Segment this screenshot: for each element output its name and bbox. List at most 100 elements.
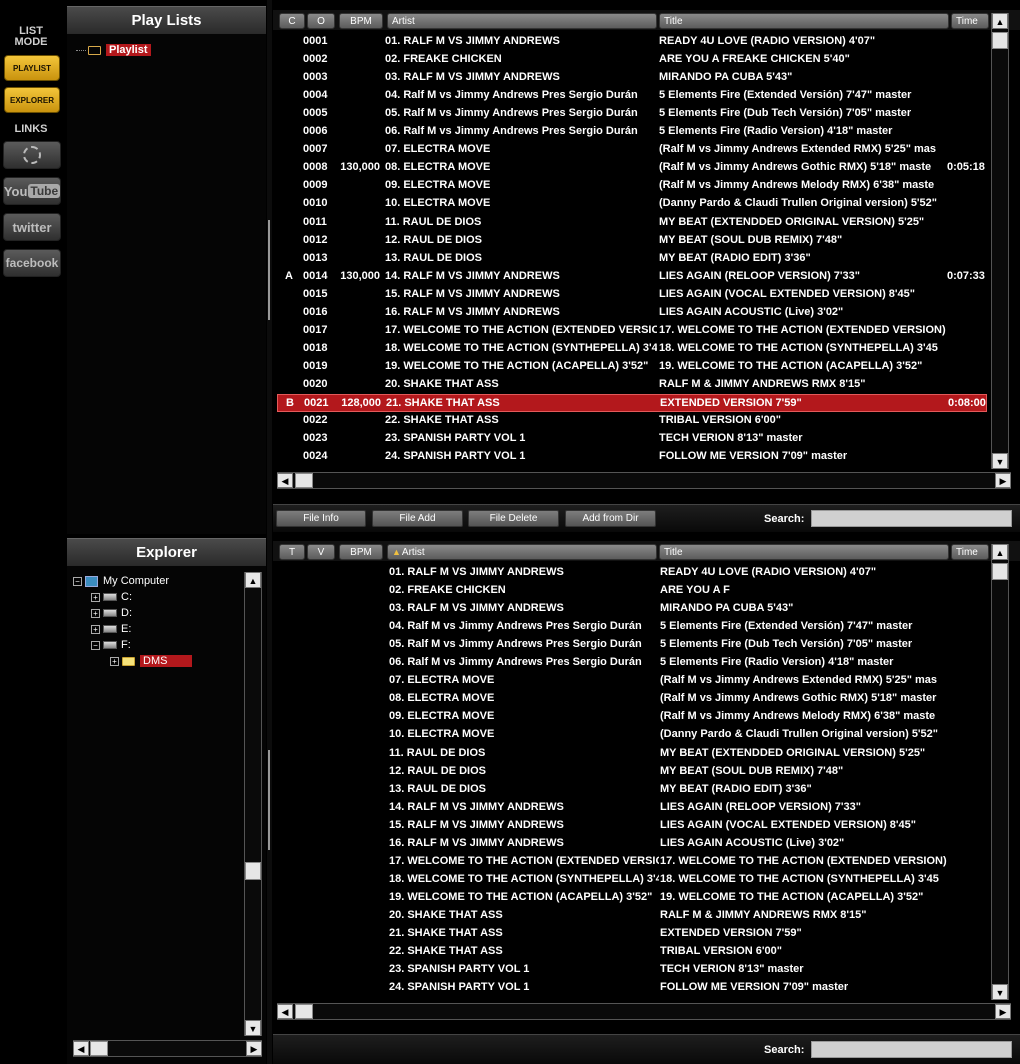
table-row[interactable]: 03. RALF M VS JIMMY ANDREWS MIRANDO PA CU…: [277, 600, 987, 618]
facebook-link-button[interactable]: facebook: [3, 249, 61, 277]
explorer-horizontal-scrollbar[interactable]: ◀ ▶: [73, 1040, 262, 1057]
scroll-right-icon[interactable]: ▶: [995, 1004, 1011, 1019]
scroll-thumb[interactable]: [90, 1041, 108, 1056]
expand-icon[interactable]: +: [110, 656, 119, 666]
table-row[interactable]: 0010 10. ELECTRA MOVE (Danny Pardo & Claud…: [277, 195, 987, 213]
scroll-thumb[interactable]: [295, 1004, 313, 1019]
scroll-up-icon[interactable]: ▲: [992, 13, 1008, 29]
table-row[interactable]: B 0021 128,000 21. SHAKE THAT ASS EXTENDED V…: [277, 394, 987, 412]
table-row[interactable]: 0019 19. WELCOME TO THE ACTION (ACAPELLA)…: [277, 358, 987, 376]
table-row[interactable]: 16. RALF M VS JIMMY ANDREWS LIES AGAIN AC…: [277, 835, 987, 853]
search-input[interactable]: [811, 510, 1012, 527]
table-row[interactable]: 0022 22. SHAKE THAT ASS TRIBAL VERSION 6'0…: [277, 412, 987, 430]
scroll-up-icon[interactable]: ▲: [992, 544, 1008, 560]
scroll-right-icon[interactable]: ▶: [995, 473, 1011, 488]
explorer-table-horizontal-scrollbar[interactable]: ◀ ▶: [277, 1003, 1011, 1020]
table-row[interactable]: 23. SPANISH PARTY VOL 1 TECH VERION 8'13"…: [277, 961, 987, 979]
playlist-mode-button[interactable]: PLAYLIST: [4, 55, 60, 81]
table-row[interactable]: 0017 17. WELCOME TO THE ACTION (EXTENDED …: [277, 322, 987, 340]
column-header-t[interactable]: T: [279, 544, 305, 560]
playlist-horizontal-scrollbar[interactable]: ◀ ▶: [277, 472, 1011, 489]
table-row[interactable]: 06. Ralf M vs Jimmy Andrews Pres Sergio …: [277, 654, 987, 672]
explorer-mode-button[interactable]: EXPLORER: [4, 87, 60, 113]
file-delete-button[interactable]: File Delete: [468, 510, 559, 527]
table-row[interactable]: 0011 11. RAUL DE DIOS MY BEAT (EXTENDDED O…: [277, 214, 987, 232]
table-row[interactable]: 0005 05. Ralf M vs Jimmy Andrews Pres Ser…: [277, 105, 987, 123]
scroll-down-icon[interactable]: ▼: [245, 1020, 261, 1036]
playlist-vertical-scrollbar[interactable]: ▲ ▼: [991, 13, 1009, 469]
add-from-dir-button[interactable]: Add from Dir: [565, 510, 656, 527]
twitter-link-button[interactable]: twitter: [3, 213, 61, 241]
column-header-v[interactable]: V: [307, 544, 335, 560]
scroll-down-icon[interactable]: ▼: [992, 453, 1008, 469]
tree-drive-e[interactable]: + E:: [91, 622, 131, 636]
table-row[interactable]: 0008 130,000 08. ELECTRA MOVE (Ralf M vs Ji…: [277, 159, 987, 177]
table-row[interactable]: 0023 23. SPANISH PARTY VOL 1 TECH VERION 8…: [277, 430, 987, 448]
table-row[interactable]: 0020 20. SHAKE THAT ASS RALF M & JIMMY AND…: [277, 376, 987, 394]
playlist-tree-item[interactable]: Playlist: [76, 43, 151, 57]
website-link-button[interactable]: [3, 141, 61, 169]
file-info-button[interactable]: File Info: [276, 510, 366, 527]
scroll-left-icon[interactable]: ◀: [73, 1041, 89, 1056]
table-row[interactable]: 0009 09. ELECTRA MOVE (Ralf M vs Jimmy And…: [277, 177, 987, 195]
column-header-title[interactable]: Title: [659, 544, 949, 560]
table-row[interactable]: 0012 12. RAUL DE DIOS MY BEAT (SOUL DUB RE…: [277, 232, 987, 250]
column-header-bpm[interactable]: BPM: [339, 13, 383, 29]
table-row[interactable]: 11. RAUL DE DIOS MY BEAT (EXTENDDED ORIGI…: [277, 745, 987, 763]
table-row[interactable]: 0003 03. RALF M VS JIMMY ANDREWS MIRANDO P…: [277, 69, 987, 87]
table-row[interactable]: 09. ELECTRA MOVE (Ralf M vs Jimmy Andrews…: [277, 708, 987, 726]
column-header-artist[interactable]: Artist: [387, 13, 657, 29]
tree-drive-c[interactable]: + C:: [91, 590, 132, 604]
table-row[interactable]: 0018 18. WELCOME TO THE ACTION (SYNTHEPEL…: [277, 340, 987, 358]
table-row[interactable]: 13. RAUL DE DIOS MY BEAT (RADIO EDIT) 3'3…: [277, 781, 987, 799]
tree-folder-dms[interactable]: + DMS: [110, 654, 192, 668]
splitter-grip-bottom[interactable]: [268, 750, 270, 850]
table-row[interactable]: 15. RALF M VS JIMMY ANDREWS LIES AGAIN (V…: [277, 817, 987, 835]
table-row[interactable]: 0001 01. RALF M VS JIMMY ANDREWS READY 4U …: [277, 33, 987, 51]
expand-icon[interactable]: +: [91, 592, 100, 602]
table-row[interactable]: 20. SHAKE THAT ASS RALF M & JIMMY ANDREWS…: [277, 907, 987, 925]
table-row[interactable]: 08. ELECTRA MOVE (Ralf M vs Jimmy Andrews…: [277, 690, 987, 708]
column-header-c[interactable]: C: [279, 13, 305, 29]
column-header-title[interactable]: Title: [659, 13, 949, 29]
explorer-table-vertical-scrollbar[interactable]: ▲ ▼: [991, 544, 1009, 1000]
vertical-splitter[interactable]: [267, 0, 272, 1064]
table-row[interactable]: 24. SPANISH PARTY VOL 1 FOLLOW ME VERSION…: [277, 979, 987, 997]
search-input[interactable]: [811, 1041, 1012, 1058]
table-row[interactable]: 14. RALF M VS JIMMY ANDREWS LIES AGAIN (R…: [277, 799, 987, 817]
scroll-down-icon[interactable]: ▼: [992, 984, 1008, 1000]
splitter-grip-top[interactable]: [268, 220, 270, 320]
table-row[interactable]: 10. ELECTRA MOVE (Danny Pardo & Claudi Tr…: [277, 726, 987, 744]
table-row[interactable]: 21. SHAKE THAT ASS EXTENDED VERSION 7'59": [277, 925, 987, 943]
collapse-icon[interactable]: −: [73, 576, 82, 586]
table-row[interactable]: 0002 02. FREAKE CHICKEN ARE YOU A FREAKE C…: [277, 51, 987, 69]
table-row[interactable]: 0016 16. RALF M VS JIMMY ANDREWS LIES AGAI…: [277, 304, 987, 322]
scroll-left-icon[interactable]: ◀: [277, 1004, 293, 1019]
table-row[interactable]: 07. ELECTRA MOVE (Ralf M vs Jimmy Andrews…: [277, 672, 987, 690]
table-row[interactable]: 01. RALF M VS JIMMY ANDREWS READY 4U LOVE…: [277, 564, 987, 582]
scroll-up-icon[interactable]: ▲: [245, 572, 261, 588]
scroll-thumb[interactable]: [295, 473, 313, 488]
table-row[interactable]: 22. SHAKE THAT ASS TRIBAL VERSION 6'00": [277, 943, 987, 961]
scroll-right-icon[interactable]: ▶: [246, 1041, 262, 1056]
column-header-o[interactable]: O: [307, 13, 335, 29]
youtube-link-button[interactable]: You Tube: [3, 177, 61, 205]
column-header-artist[interactable]: ▲ Artist: [387, 544, 657, 560]
table-row[interactable]: 17. WELCOME TO THE ACTION (EXTENDED VERS…: [277, 853, 987, 871]
table-row[interactable]: 19. WELCOME TO THE ACTION (ACAPELLA) 3'5…: [277, 889, 987, 907]
table-row[interactable]: 0024 24. SPANISH PARTY VOL 1 FOLLOW ME VER…: [277, 448, 987, 466]
scroll-thumb[interactable]: [992, 563, 1008, 580]
column-header-bpm[interactable]: BPM: [339, 544, 383, 560]
table-row[interactable]: 05. Ralf M vs Jimmy Andrews Pres Sergio …: [277, 636, 987, 654]
table-row[interactable]: 12. RAUL DE DIOS MY BEAT (SOUL DUB REMIX)…: [277, 763, 987, 781]
explorer-vertical-scrollbar[interactable]: ▲ ▼: [244, 572, 262, 1036]
scroll-thumb[interactable]: [992, 32, 1008, 49]
tree-drive-d[interactable]: + D:: [91, 606, 132, 620]
tree-my-computer[interactable]: − My Computer: [73, 574, 169, 588]
table-row[interactable]: 04. Ralf M vs Jimmy Andrews Pres Sergio …: [277, 618, 987, 636]
table-row[interactable]: 18. WELCOME TO THE ACTION (SYNTHEPELLA) …: [277, 871, 987, 889]
scroll-left-icon[interactable]: ◀: [277, 473, 293, 488]
table-row[interactable]: A 0014 130,000 14. RALF M VS JIMMY ANDREWS L…: [277, 268, 987, 286]
table-row[interactable]: 02. FREAKE CHICKEN ARE YOU A F: [277, 582, 987, 600]
column-header-time[interactable]: Time: [951, 544, 989, 560]
